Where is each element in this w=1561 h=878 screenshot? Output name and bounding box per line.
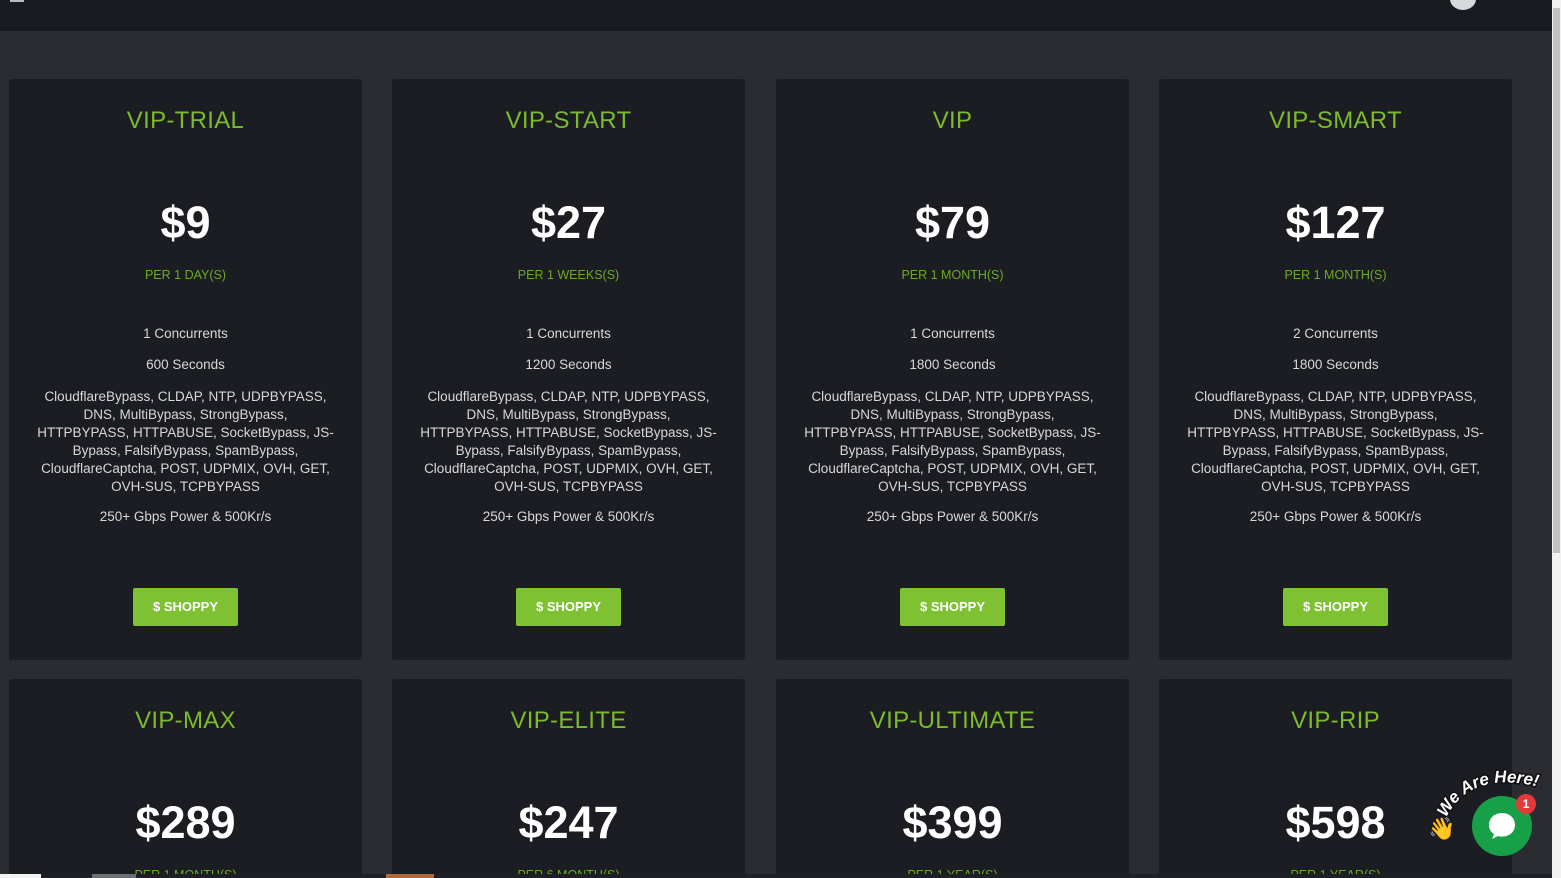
top-navbar [0,0,1552,31]
bottom-strip-segment [92,874,136,878]
plan-seconds: 600 Seconds [146,357,225,372]
plan-card-vip-smart: VIP-SMART $127 PER 1 MONTH(S) 2 Concurre… [1159,79,1512,660]
bottom-strip [0,874,1552,878]
bottom-strip-segment [386,874,434,878]
plan-seconds: 1800 Seconds [909,357,996,372]
plan-concurrents: 1 Concurrents [143,326,228,341]
plan-price: $79 [914,197,991,248]
plan-name: VIP-SMART [1269,107,1402,134]
plan-seconds: 1800 Seconds [1292,357,1379,372]
plan-period: PER 1 MONTH(S) [1284,268,1387,282]
menu-icon[interactable] [10,0,24,2]
shoppy-button[interactable]: $ SHOPPY [1283,588,1388,626]
shoppy-button[interactable]: $ SHOPPY [900,588,1005,626]
chat-bubble-icon [1489,813,1515,839]
plan-card-vip-trial: VIP-TRIAL $9 PER 1 DAY(S) 1 Concurrents … [9,79,362,660]
waving-hand-icon: 👋 [1428,816,1456,841]
unread-count-badge: 1 [1516,794,1536,814]
plan-period: PER 1 MONTH(S) [901,268,1004,282]
plan-card-vip-max: VIP-MAX $289 PER 1 MONTH(S) [9,679,362,878]
bottom-strip-segment [0,874,41,878]
plan-concurrents: 1 Concurrents [526,326,611,341]
plan-concurrents: 2 Concurrents [1293,326,1378,341]
plan-power: 250+ Gbps Power & 500Kr/s [866,509,1039,524]
user-avatar[interactable] [1450,0,1476,10]
plan-price: $9 [160,197,211,248]
plan-name: VIP [932,107,973,134]
plan-name: VIP-ULTIMATE [869,707,1036,734]
plan-power: 250+ Gbps Power & 500Kr/s [1249,509,1422,524]
plan-name: VIP-TRIAL [126,107,245,134]
plan-price: $289 [135,797,236,848]
plan-card-vip-ultimate: VIP-ULTIMATE $399 PER 1 YEAR(S) [776,679,1129,878]
plan-methods: CloudflareBypass, CLDAP, NTP, UDPBYPASS,… [420,389,717,494]
plan-card-vip-start: VIP-START $27 PER 1 WEEKS(S) 1 Concurren… [392,79,745,660]
plan-period: PER 1 DAY(S) [144,268,227,282]
plan-price: $247 [518,797,619,848]
plan-methods: CloudflareBypass, CLDAP, NTP, UDPBYPASS,… [37,389,334,494]
plan-name: VIP-MAX [135,707,236,734]
plan-power: 250+ Gbps Power & 500Kr/s [99,509,272,524]
plan-methods: CloudflareBypass, CLDAP, NTP, UDPBYPASS,… [1187,389,1484,494]
plan-price: $27 [530,197,607,248]
plan-period: PER 1 WEEKS(S) [517,268,620,282]
shoppy-button[interactable]: $ SHOPPY [516,588,621,626]
plan-card-vip-elite: VIP-ELITE $247 PER 6 MONTH(S) [392,679,745,878]
plan-price: $399 [902,797,1003,848]
plan-name: VIP-RIP [1291,707,1380,734]
shoppy-button[interactable]: $ SHOPPY [133,588,238,626]
plan-card-vip: VIP $79 PER 1 MONTH(S) 1 Concurrents 180… [776,79,1129,660]
plan-name: VIP-START [505,107,632,134]
plan-seconds: 1200 Seconds [525,357,612,372]
plan-concurrents: 1 Concurrents [910,326,995,341]
plan-name: VIP-ELITE [510,707,627,734]
plan-power: 250+ Gbps Power & 500Kr/s [482,509,655,524]
plan-price: $127 [1285,197,1386,248]
plan-methods: CloudflareBypass, CLDAP, NTP, UDPBYPASS,… [804,389,1101,494]
scrollbar-thumb[interactable] [1553,8,1560,553]
